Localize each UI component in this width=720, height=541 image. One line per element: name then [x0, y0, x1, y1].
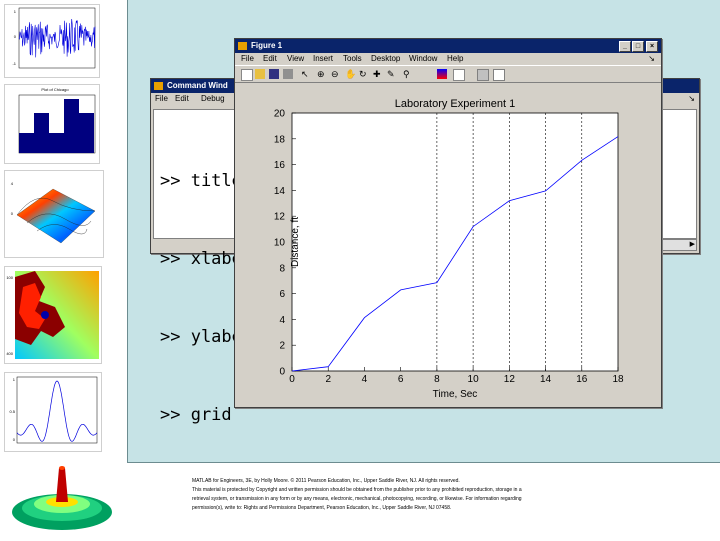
thumb-sinc: 1 0.5 0 — [4, 372, 102, 452]
signal-ytick: 0 — [14, 34, 17, 39]
pan-icon[interactable]: ✋ — [345, 69, 356, 79]
thumb-3d-peak — [6, 462, 118, 536]
figure-window-titlebar[interactable]: Figure 1 _ □ × — [235, 39, 661, 53]
caption-line: retrieval system, or transmission in any… — [192, 496, 522, 502]
figure-menubar: File Edit View Insert Tools Desktop Wind… — [235, 53, 661, 65]
fig-menu-file[interactable]: File — [241, 54, 254, 63]
chart-title: Laboratory Experiment 1 — [395, 98, 515, 110]
fig-menu-window[interactable]: Window — [409, 54, 437, 63]
menu-arrow-icon: ↘ — [688, 94, 695, 103]
x-tick-label: 10 — [468, 374, 480, 385]
x-tick-label: 8 — [434, 374, 440, 385]
y-tick-label: 0 — [279, 367, 285, 378]
print-icon[interactable] — [283, 69, 293, 79]
surface-ytick: 4 — [11, 181, 14, 186]
colorbar-icon[interactable] — [437, 69, 447, 79]
matlab-icon — [154, 82, 163, 90]
sinc-plot: 1 0.5 0 — [9, 376, 98, 444]
y-tick-label: 6 — [279, 289, 285, 300]
cmd-menu-edit[interactable]: Edit — [175, 94, 189, 103]
rotate-icon[interactable]: ↻ — [359, 69, 369, 79]
thumb-fractal: 100 400 — [4, 266, 102, 364]
surface-ytick: 0 — [11, 211, 14, 216]
y-tick-label: 12 — [274, 212, 286, 223]
x-tick-label: 2 — [325, 374, 331, 385]
bar-thumb-title: Plot of Chicago — [41, 87, 69, 92]
sinc-ytick: 1 — [13, 377, 16, 382]
fig-menu-desktop[interactable]: Desktop — [371, 54, 400, 63]
copyright-caption: MATLAB for Engineers, 3E, by Holly Moore… — [130, 477, 718, 513]
zoom-out-icon[interactable]: ⊖ — [331, 69, 341, 79]
fig-menu-edit[interactable]: Edit — [263, 54, 277, 63]
fig-menu-tools[interactable]: Tools — [343, 54, 362, 63]
cmd-menu-file[interactable]: File — [155, 94, 168, 103]
sinc-ytick: 0.5 — [9, 409, 15, 414]
hide-tools-icon[interactable] — [477, 69, 489, 81]
thumb-surface: 4 0 — [4, 170, 104, 258]
x-tick-label: 18 — [612, 374, 624, 385]
y-tick-label: 18 — [274, 134, 286, 145]
x-tick-label: 4 — [362, 374, 368, 385]
fig-menu-help[interactable]: Help — [447, 54, 463, 63]
figure-window[interactable]: Figure 1 _ □ × File Edit View Insert Too… — [234, 38, 662, 408]
new-file-icon[interactable] — [241, 69, 253, 81]
x-tick-label: 6 — [398, 374, 404, 385]
bar-thumb: Plot of Chicago — [18, 87, 96, 154]
show-tools-icon[interactable] — [493, 69, 505, 81]
thumb-bar — [19, 133, 34, 153]
x-tick-label: 12 — [504, 374, 516, 385]
close-button[interactable]: × — [646, 41, 658, 52]
save-icon[interactable] — [269, 69, 279, 79]
y-tick-label: 10 — [274, 238, 286, 249]
figure-chart: Laboratory Experiment 1 Time, Sec Distan… — [274, 98, 624, 400]
thumb-bar — [49, 133, 64, 153]
signal-plot: 1 0 -1 — [12, 7, 96, 69]
legend-icon[interactable] — [453, 69, 465, 81]
caption-line: This material is protected by Copyright … — [192, 487, 522, 493]
signal-ytick: 1 — [14, 9, 17, 14]
fig-menu-view[interactable]: View — [287, 54, 304, 63]
thumb-signal: 1 0 -1 — [4, 4, 100, 78]
y-tick-label: 8 — [279, 263, 285, 274]
open-folder-icon[interactable] — [255, 69, 265, 79]
data-cursor-icon[interactable]: ✚ — [373, 69, 383, 79]
plot-area — [291, 112, 619, 372]
figure-window-title: Figure 1 — [251, 41, 283, 50]
x-axis-label: Time, Sec — [433, 389, 478, 400]
x-tick-label: 16 — [576, 374, 588, 385]
scroll-right-icon[interactable]: ▶ — [690, 240, 695, 250]
fractal-ytick: 400 — [6, 351, 13, 356]
thumb-bar — [34, 113, 49, 153]
y-tick-label: 2 — [279, 341, 285, 352]
caption-line: permission(s), write to: Rights and Perm… — [192, 505, 452, 511]
select-arrow-icon[interactable]: ↖ — [301, 69, 311, 79]
maximize-button[interactable]: □ — [632, 41, 644, 52]
link-icon[interactable]: ⚲ — [403, 69, 413, 79]
fractal-image: 100 400 — [6, 271, 99, 359]
cmd-menu-debug[interactable]: Debug — [201, 94, 225, 103]
signal-ytick: -1 — [12, 61, 16, 66]
x-tick-label: 0 — [289, 374, 295, 385]
menu-arrow-icon: ↘ — [648, 54, 655, 63]
command-window-title: Command Wind — [167, 81, 228, 90]
y-tick-label: 14 — [274, 186, 286, 197]
y-tick-label: 16 — [274, 160, 286, 171]
y-tick-label: 4 — [279, 315, 285, 326]
sinc-ytick: 0 — [13, 437, 16, 442]
zoom-in-icon[interactable]: ⊕ — [317, 69, 327, 79]
surface-plot: 4 0 — [11, 181, 96, 244]
fractal-ytick: 100 — [6, 275, 13, 280]
thumb-bar — [64, 99, 79, 153]
brush-icon[interactable]: ✎ — [387, 69, 397, 79]
y-tick-label: 20 — [274, 109, 286, 120]
fig-menu-insert[interactable]: Insert — [313, 54, 333, 63]
thumb-bars: Plot of Chicago — [4, 84, 100, 164]
peak-surface — [12, 466, 112, 530]
caption-line: MATLAB for Engineers, 3E, by Holly Moore… — [192, 478, 460, 484]
x-tick-label: 14 — [540, 374, 552, 385]
minimize-button[interactable]: _ — [619, 41, 631, 52]
thumb-bar — [79, 113, 94, 153]
figure-icon — [238, 42, 247, 50]
